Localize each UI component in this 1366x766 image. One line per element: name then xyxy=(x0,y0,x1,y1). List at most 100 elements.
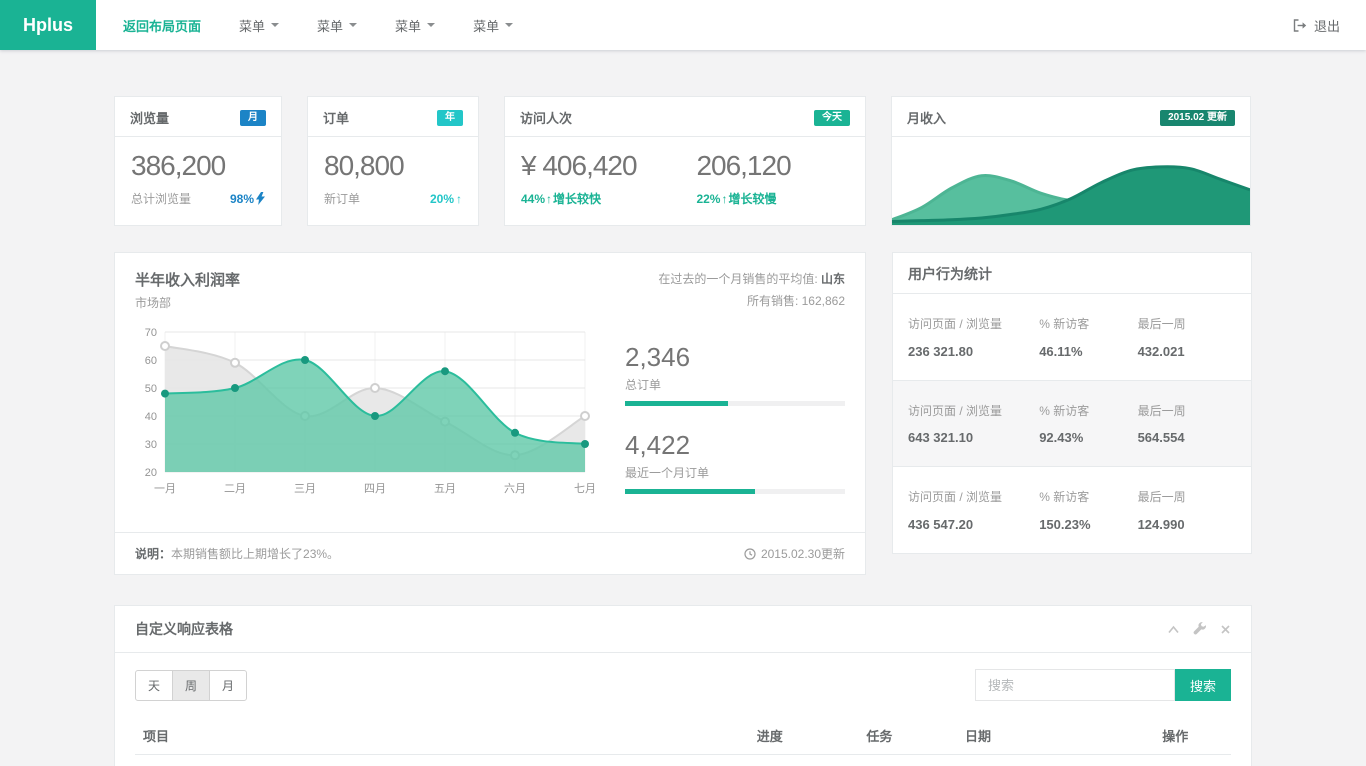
period-button-week[interactable]: 周 xyxy=(172,670,210,701)
visits-right-note: 22% ↑ 增长较慢 xyxy=(696,190,849,207)
svg-text:三月: 三月 xyxy=(294,483,316,495)
visits-card-body: ¥ 406,420 44% ↑ 增长较快 206,120 22% ↑ 增长较慢 xyxy=(505,137,865,221)
stat-cell: 最后一周 124.990 xyxy=(1138,488,1236,532)
stat-cell: % 新访客 46.11% xyxy=(1039,315,1137,359)
footer-note: 说明：本期销售额比上期增长了23%。 xyxy=(135,545,339,562)
stat-label: 访问页面 / 浏览量 xyxy=(908,315,1031,334)
monthly-income-badge: 2015.02 更新 xyxy=(1160,110,1235,126)
brand-logo[interactable]: Hplus xyxy=(0,0,96,50)
chevron-down-icon xyxy=(349,23,357,27)
svg-text:30: 30 xyxy=(145,439,157,451)
order-stats: 2,346 总订单 4,422 最近一个月订单 xyxy=(625,320,845,518)
orders-card: 订单 年 80,800 新订单 20% ↑ xyxy=(307,96,479,226)
total-orders-value: 2,346 xyxy=(625,342,845,373)
level-up-icon: ↑ xyxy=(721,192,727,206)
orders-label: 新订单 xyxy=(324,190,360,207)
dashboard-content: 浏览量 月 386,200 总计浏览量 98% 订单 xyxy=(114,50,1252,766)
all-sales-label: 所有销售: xyxy=(747,294,802,308)
svg-text:五月: 五月 xyxy=(434,483,456,495)
all-sales-line: 所有销售: 162,862 xyxy=(658,291,845,313)
table-panel-body: 天 周 月 搜索 项目 进度 任务 日期 xyxy=(115,653,1251,766)
stat-value: 236 321.80 xyxy=(908,344,1031,359)
svg-text:20: 20 xyxy=(145,467,157,479)
stat-label: % 新访客 xyxy=(1039,402,1137,421)
svg-text:50: 50 xyxy=(145,383,157,395)
period-button-group: 天 周 月 xyxy=(135,670,247,701)
views-value: 386,200 xyxy=(131,150,265,182)
orders-stat: 20% ↑ xyxy=(430,192,462,206)
visits-left-text: 增长较快 xyxy=(553,190,601,207)
stat-cell: % 新访客 150.23% xyxy=(1039,488,1137,532)
chevron-down-icon xyxy=(427,23,435,27)
monthly-income-header: 月收入 2015.02 更新 xyxy=(892,97,1250,137)
menu-label: 菜单 xyxy=(473,16,499,35)
stat-cell: % 新访客 92.43% xyxy=(1039,402,1137,446)
footer-updated: 2015.02.30更新 xyxy=(744,545,845,562)
stat-cell: 访问页面 / 浏览量 436 547.20 xyxy=(908,488,1039,532)
views-card-body: 386,200 总计浏览量 98% xyxy=(115,137,281,221)
half-year-subtitle: 市场部 xyxy=(135,294,240,311)
user-stats-row: 访问页面 / 浏览量 643 321.10 % 新访客 92.43% 最后一周 … xyxy=(893,380,1251,467)
month-orders-progress-bar xyxy=(625,489,755,494)
stat-value: 643 321.10 xyxy=(908,430,1031,445)
table-search-group: 搜索 xyxy=(975,669,1231,701)
menu-label: 菜单 xyxy=(395,16,421,35)
level-up-icon: ↑ xyxy=(546,192,552,206)
search-input[interactable] xyxy=(975,669,1175,701)
stat-value: 436 547.20 xyxy=(908,517,1031,532)
stat-value: 150.23% xyxy=(1039,517,1137,532)
table-toolbar: 天 周 月 搜索 xyxy=(135,669,1231,701)
svg-text:60: 60 xyxy=(145,355,157,367)
total-orders-progress-bar xyxy=(625,401,728,406)
half-year-chart: 203040506070一月二月三月四月五月六月七月 xyxy=(135,320,605,518)
column-header-progress: 进度 xyxy=(749,717,859,755)
svg-text:一月: 一月 xyxy=(154,483,176,495)
logout-button[interactable]: 退出 xyxy=(1267,0,1366,50)
collapse-icon[interactable] xyxy=(1167,624,1180,635)
visits-card-title: 访问人次 xyxy=(520,108,572,127)
stat-value: 92.43% xyxy=(1039,430,1137,445)
visits-right-value: 206,120 xyxy=(696,150,849,182)
stat-value: 432.021 xyxy=(1138,344,1236,359)
chevron-down-icon xyxy=(271,23,279,27)
stat-label: 最后一周 xyxy=(1138,488,1236,507)
menu-dropdown-1[interactable]: 菜单 xyxy=(220,0,298,50)
search-button[interactable]: 搜索 xyxy=(1175,669,1231,701)
visits-left-col: ¥ 406,420 44% ↑ 增长较快 xyxy=(521,150,696,207)
menu-dropdown-4[interactable]: 菜单 xyxy=(454,0,532,50)
menu-dropdown-2[interactable]: 菜单 xyxy=(298,0,376,50)
projects-table: 项目 进度 任务 日期 操作 xyxy=(135,717,1231,755)
month-orders-value: 4,422 xyxy=(625,430,845,461)
table-panel-title: 自定义响应表格 xyxy=(135,619,233,639)
stat-cell: 最后一周 432.021 xyxy=(1138,315,1236,359)
responsive-table-panel: 自定义响应表格 天 周 月 xyxy=(114,605,1252,766)
close-icon[interactable] xyxy=(1220,624,1231,635)
table-header-row: 项目 进度 任务 日期 操作 xyxy=(135,717,1231,755)
menu-dropdown-3[interactable]: 菜单 xyxy=(376,0,454,50)
visits-left-note: 44% ↑ 增长较快 xyxy=(521,190,696,207)
period-button-day[interactable]: 天 xyxy=(135,670,173,701)
avg-sales-value: 山东 xyxy=(821,272,845,286)
user-stats-row: 访问页面 / 浏览量 236 321.80 % 新访客 46.11% 最后一周 … xyxy=(893,294,1251,380)
line-area-chart: 203040506070一月二月三月四月五月六月七月 xyxy=(135,320,605,498)
views-stat-value: 98% xyxy=(230,192,254,206)
column-header-action: 操作 xyxy=(1154,717,1231,755)
stat-value: 124.990 xyxy=(1138,517,1236,532)
visits-badge: 今天 xyxy=(814,110,850,126)
main-nav: 返回布局页面 菜单 菜单 菜单 菜单 xyxy=(104,0,532,50)
svg-text:70: 70 xyxy=(145,327,157,339)
back-to-layout-link[interactable]: 返回布局页面 xyxy=(104,0,220,50)
user-behavior-title: 用户行为统计 xyxy=(908,264,992,284)
stat-label: % 新访客 xyxy=(1039,488,1137,507)
stat-cell: 最后一周 564.554 xyxy=(1138,402,1236,446)
period-button-month[interactable]: 月 xyxy=(209,670,247,701)
stat-label: 访问页面 / 浏览量 xyxy=(908,402,1031,421)
stat-cards-row: 浏览量 月 386,200 总计浏览量 98% 订单 xyxy=(114,96,1252,226)
wrench-icon[interactable] xyxy=(1193,622,1207,636)
avg-sales-label: 在过去的一个月销售的平均值: xyxy=(658,272,821,286)
middle-row: 半年收入利润率 市场部 在过去的一个月销售的平均值: 山东 所有销售: 162,… xyxy=(114,252,1252,575)
monthly-income-title: 月收入 xyxy=(907,108,946,127)
orders-value: 80,800 xyxy=(324,150,462,182)
visits-left-value: ¥ 406,420 xyxy=(521,150,696,182)
views-stat: 98% xyxy=(230,192,265,206)
